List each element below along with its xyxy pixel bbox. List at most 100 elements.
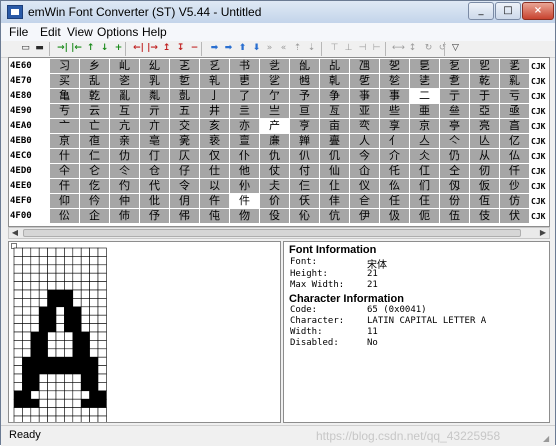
glyph-cell[interactable]: 仾 [470, 194, 500, 209]
glyph-cell[interactable]: 仞 [470, 164, 500, 179]
glyph-pixel[interactable] [22, 407, 32, 417]
remove-up-icon[interactable]: ↥ [160, 42, 173, 55]
glyph-cell[interactable]: 伊 [350, 209, 380, 224]
glyph-cell[interactable]: 仢 [110, 179, 140, 194]
glyph-pixel[interactable] [47, 331, 57, 341]
glyph-cell[interactable]: 仠 [50, 179, 80, 194]
glyph-pixel[interactable] [64, 373, 74, 383]
glyph-cell[interactable]: 今 [350, 149, 380, 164]
glyph-pixel[interactable] [30, 356, 40, 366]
glyph-cell[interactable]: 乣 [140, 59, 170, 74]
add-plus-icon[interactable]: + [112, 42, 125, 55]
glyph-cell[interactable]: 亽 [440, 134, 470, 149]
glyph-pixel[interactable] [55, 331, 65, 341]
glyph-cell[interactable]: 伈 [290, 209, 320, 224]
glyph-pixel[interactable] [72, 415, 82, 422]
glyph-pixel[interactable] [97, 373, 107, 383]
glyph-cell[interactable]: 乫 [380, 59, 410, 74]
glyph-pixel[interactable] [64, 365, 74, 375]
glyph-pixel[interactable] [55, 365, 65, 375]
glyph-pixel[interactable] [38, 415, 48, 422]
glyph-cell[interactable]: 伉 [320, 209, 350, 224]
glyph-pixel[interactable] [55, 340, 65, 350]
glyph-cell[interactable]: 仑 [80, 164, 110, 179]
glyph-cell[interactable]: 亻 [380, 134, 410, 149]
glyph-pixel[interactable] [72, 356, 82, 366]
glyph-pixel[interactable] [89, 415, 99, 422]
glyph-pixel[interactable] [89, 331, 99, 341]
glyph-cell[interactable]: 乬 [410, 59, 440, 74]
glyph-pixel[interactable] [80, 340, 90, 350]
glyph-pixel[interactable] [80, 415, 90, 422]
flip-v-icon[interactable]: ↕ [406, 42, 419, 55]
glyph-pixel[interactable] [80, 348, 90, 358]
glyph-pixel[interactable] [13, 390, 23, 400]
glyph-cell[interactable]: 乢 [110, 59, 140, 74]
glyph-cell[interactable]: 仯 [500, 179, 530, 194]
glyph-pixel[interactable] [97, 264, 107, 274]
glyph-pixel[interactable] [89, 256, 99, 266]
glyph-cell[interactable]: 乤 [170, 59, 200, 74]
glyph-cell[interactable]: 仡 [80, 179, 110, 194]
glyph-pixel[interactable] [22, 340, 32, 350]
add-up-icon[interactable]: ↑ [84, 42, 97, 55]
glyph-cell[interactable]: 仛 [380, 164, 410, 179]
glyph-pixel[interactable] [80, 390, 90, 400]
glyph-cell[interactable]: 伄 [170, 209, 200, 224]
glyph-pixel[interactable] [47, 289, 57, 299]
glyph-cell[interactable]: 亚 [350, 104, 380, 119]
glyph-cell[interactable]: 仄 [170, 149, 200, 164]
glyph-pixel[interactable] [38, 356, 48, 366]
glyph-cell[interactable]: 亠 [50, 119, 80, 134]
glyph-pixel[interactable] [47, 407, 57, 417]
glyph-pixel[interactable] [80, 256, 90, 266]
glyph-cell[interactable]: 仕 [200, 164, 230, 179]
glyph-pixel[interactable] [47, 398, 57, 408]
glyph-pixel[interactable] [97, 407, 107, 417]
glyph-cell[interactable]: 亾 [470, 134, 500, 149]
glyph-cell[interactable]: 亨 [290, 119, 320, 134]
glyph-pixel[interactable] [97, 281, 107, 291]
glyph-cell[interactable]: 习 [50, 59, 80, 74]
glyph-cell[interactable]: 仵 [200, 194, 230, 209]
glyph-pixel[interactable] [55, 298, 65, 308]
glyph-cell[interactable]: 伋 [380, 209, 410, 224]
glyph-cell[interactable]: 他 [230, 164, 260, 179]
glyph-cell[interactable]: 价 [260, 194, 290, 209]
glyph-pixel[interactable] [13, 314, 23, 324]
move-down-icon[interactable]: ⇣ [305, 42, 318, 55]
glyph-cell[interactable]: 仃 [140, 149, 170, 164]
glyph-pixel[interactable] [22, 298, 32, 308]
glyph-cell[interactable]: 亯 [500, 119, 530, 134]
glyph-pixel[interactable] [55, 306, 65, 316]
glyph-pixel[interactable] [30, 247, 40, 257]
glyph-pixel[interactable] [72, 272, 82, 282]
glyph-cell[interactable]: 亓 [140, 104, 170, 119]
glyph-pixel[interactable] [38, 256, 48, 266]
glyph-cell[interactable]: 亙 [320, 104, 350, 119]
glyph-cell[interactable]: 亘 [290, 104, 320, 119]
glyph-cell[interactable]: 伌 [410, 209, 440, 224]
glyph-pixel[interactable] [13, 289, 23, 299]
glyph-pixel[interactable] [47, 281, 57, 291]
glyph-pixel[interactable] [47, 382, 57, 392]
glyph-cell[interactable]: 亳 [140, 134, 170, 149]
glyph-pixel[interactable] [72, 407, 82, 417]
remove-left-icon[interactable]: ←| [132, 42, 145, 55]
horizontal-scrollbar[interactable]: ◀ ▶ [8, 227, 550, 239]
glyph-pixel[interactable] [47, 356, 57, 366]
glyph-pixel[interactable] [13, 373, 23, 383]
glyph-pixel[interactable] [13, 247, 23, 257]
filter-icon[interactable]: ▽ [449, 42, 462, 55]
glyph-pixel[interactable] [64, 272, 74, 282]
glyph-pixel[interactable] [55, 272, 65, 282]
glyph-pixel[interactable] [72, 340, 82, 350]
glyph-pixel[interactable] [64, 247, 74, 257]
glyph-pixel[interactable] [13, 323, 23, 333]
glyph-pixel[interactable] [89, 407, 99, 417]
glyph-pixel[interactable] [89, 281, 99, 291]
glyph-cell[interactable]: 于 [470, 89, 500, 104]
glyph-pixel[interactable] [72, 331, 82, 341]
add-right-icon[interactable]: |← [70, 42, 83, 55]
glyph-cell[interactable]: 仌 [410, 149, 440, 164]
